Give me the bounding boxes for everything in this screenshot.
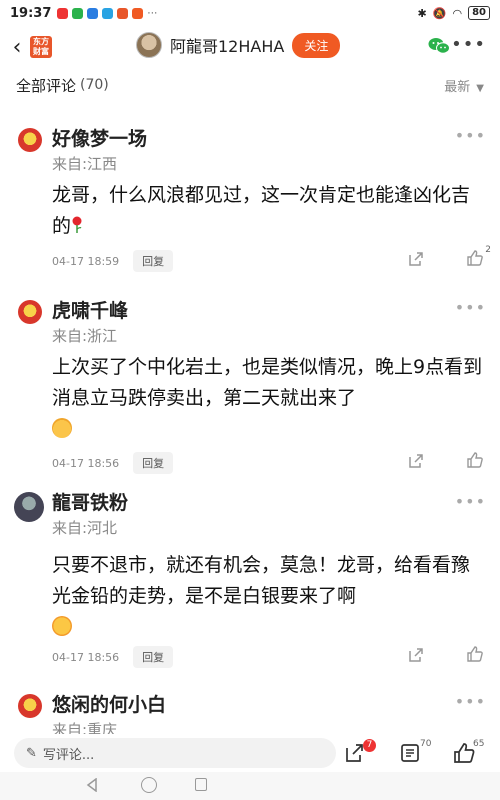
share-badge: 7 xyxy=(363,739,376,752)
like-icon[interactable] xyxy=(453,742,475,764)
author-name[interactable]: 阿龍哥12HAHA xyxy=(170,33,284,57)
notification-icon xyxy=(132,7,144,19)
smile-emoji-icon xyxy=(52,616,72,636)
notification-icon xyxy=(57,7,69,19)
system-indicators: ✱ 🔕 ◠ 80 xyxy=(418,6,490,20)
comment-text: 只要不退市，就还有机会，莫急！龙哥，给看看豫光金铅的走势，是不是白银要来了啊 xyxy=(52,550,488,643)
author-avatar[interactable] xyxy=(136,32,162,58)
comment-meta: 04-17 18:59 回复 xyxy=(52,250,174,272)
sort-dropdown[interactable]: 最新 ▼ xyxy=(444,76,484,95)
comments-count: (70) xyxy=(80,77,109,93)
bottom-action-bar: ✎ 写评论... 7 70 65 xyxy=(0,734,500,772)
commenter-avatar[interactable] xyxy=(18,300,42,324)
like-icon[interactable] xyxy=(466,645,484,663)
more-notifications-icon: ⋯ xyxy=(147,7,158,19)
rose-emoji-icon xyxy=(72,216,82,233)
nav-back-icon[interactable] xyxy=(86,778,98,792)
comment-more-icon[interactable]: ••• xyxy=(455,492,486,511)
commenter-location: 来自:河北 xyxy=(52,519,118,537)
comment-input[interactable]: ✎ 写评论... xyxy=(14,738,336,768)
mute-icon: 🔕 xyxy=(432,6,447,20)
nav-recent-apps-icon[interactable] xyxy=(195,778,207,791)
status-time: 19:37 xyxy=(10,5,52,21)
system-navigation-bar xyxy=(0,772,500,800)
comment-more-icon[interactable]: ••• xyxy=(455,692,486,711)
commenter-avatar[interactable] xyxy=(18,694,42,718)
comment-count-badge: 70 xyxy=(420,739,432,749)
bluetooth-icon: ✱ xyxy=(417,6,427,20)
share-icon[interactable] xyxy=(408,251,424,267)
like-count-badge: 65 xyxy=(473,739,485,749)
notification-icons: ⋯ xyxy=(57,7,158,19)
like-icon[interactable] xyxy=(466,249,484,267)
app-logo-text: 东方 财富 xyxy=(33,37,49,56)
comment-date: 04-17 18:56 xyxy=(52,456,120,470)
comment-meta: 04-17 18:56 回复 xyxy=(52,646,174,668)
back-arrow-icon[interactable]: ‹ xyxy=(4,35,30,60)
share-icon[interactable] xyxy=(408,647,424,663)
comment-text: 龙哥，什么风浪都见过，这一次肯定也能逢凶化吉的 xyxy=(52,180,488,242)
commenter-location: 来自:江西 xyxy=(52,155,118,173)
comments-title: 全部评论 xyxy=(16,76,77,95)
commenter-avatar[interactable] xyxy=(18,128,42,152)
follow-button[interactable]: 关注 xyxy=(292,32,341,58)
like-count: 2 xyxy=(485,245,491,255)
status-bar: 19:37 ⋯ ✱ 🔕 ◠ 80 xyxy=(0,0,500,26)
commenter-location: 来自:浙江 xyxy=(52,327,118,345)
top-navigation: ‹ 东方 财富 阿龍哥12HAHA 关注 ••• xyxy=(0,26,500,68)
comments-header: 全部评论 (70) 最新 ▼ xyxy=(0,72,500,98)
comment-input-placeholder[interactable]: 写评论... xyxy=(43,744,94,763)
commenter-name[interactable]: 虎啸千峰 xyxy=(52,296,128,323)
sweat-emoji-icon xyxy=(52,418,72,438)
notification-icon xyxy=(117,7,129,19)
app-logo: 东方 财富 xyxy=(30,36,52,58)
comment-meta: 04-17 18:56 回复 xyxy=(52,452,174,474)
comments-icon[interactable] xyxy=(399,742,421,764)
notification-icon xyxy=(87,7,99,19)
more-options-icon[interactable]: ••• xyxy=(451,34,486,55)
commenter-name[interactable]: 悠闲的何小白 xyxy=(52,690,166,717)
notification-icon xyxy=(102,7,114,19)
caret-down-icon[interactable]: ▼ xyxy=(476,83,484,94)
pen-icon: ✎ xyxy=(26,745,37,761)
battery-indicator: 80 xyxy=(468,6,490,20)
comment-item: 悠闲的何小白 来自:重庆 ••• xyxy=(0,690,500,734)
comment-text: 上次买了个中化岩土，也是类似情况，晚上9点看到消息立马跌停卖出，第二天就出来了 xyxy=(52,352,488,445)
comment-more-icon[interactable]: ••• xyxy=(455,126,486,145)
commenter-name[interactable]: 龍哥铁粉 xyxy=(52,488,128,515)
comment-text-content: 龙哥，什么风浪都见过，这一次肯定也能逢凶化吉的 xyxy=(52,184,471,237)
nav-home-icon[interactable] xyxy=(141,777,157,793)
reply-button[interactable]: 回复 xyxy=(133,250,174,272)
commenter-location: 来自:重庆 xyxy=(52,721,118,734)
like-icon[interactable] xyxy=(466,451,484,469)
comment-date: 04-17 18:59 xyxy=(52,254,120,268)
wifi-icon: ◠ xyxy=(452,6,463,20)
comment-more-icon[interactable]: ••• xyxy=(455,298,486,317)
wechat-notification-icon xyxy=(72,7,84,19)
author-info[interactable]: 阿龍哥12HAHA 关注 xyxy=(136,32,341,58)
commenter-avatar[interactable] xyxy=(14,492,44,522)
comment-text-content: 只要不退市，就还有机会，莫急！龙哥，给看看豫光金铅的走势，是不是白银要来了啊 xyxy=(52,554,471,607)
comment-text-content: 上次买了个中化岩土，也是类似情况，晚上9点看到消息立马跌停卖出，第二天就出来了 xyxy=(52,356,483,409)
wechat-share-icon[interactable] xyxy=(428,37,450,55)
sort-label[interactable]: 最新 xyxy=(444,80,470,95)
commenter-name[interactable]: 好像梦一场 xyxy=(52,124,147,151)
share-icon[interactable] xyxy=(408,453,424,469)
reply-button[interactable]: 回复 xyxy=(133,646,174,668)
comment-date: 04-17 18:56 xyxy=(52,650,120,664)
reply-button[interactable]: 回复 xyxy=(133,452,174,474)
